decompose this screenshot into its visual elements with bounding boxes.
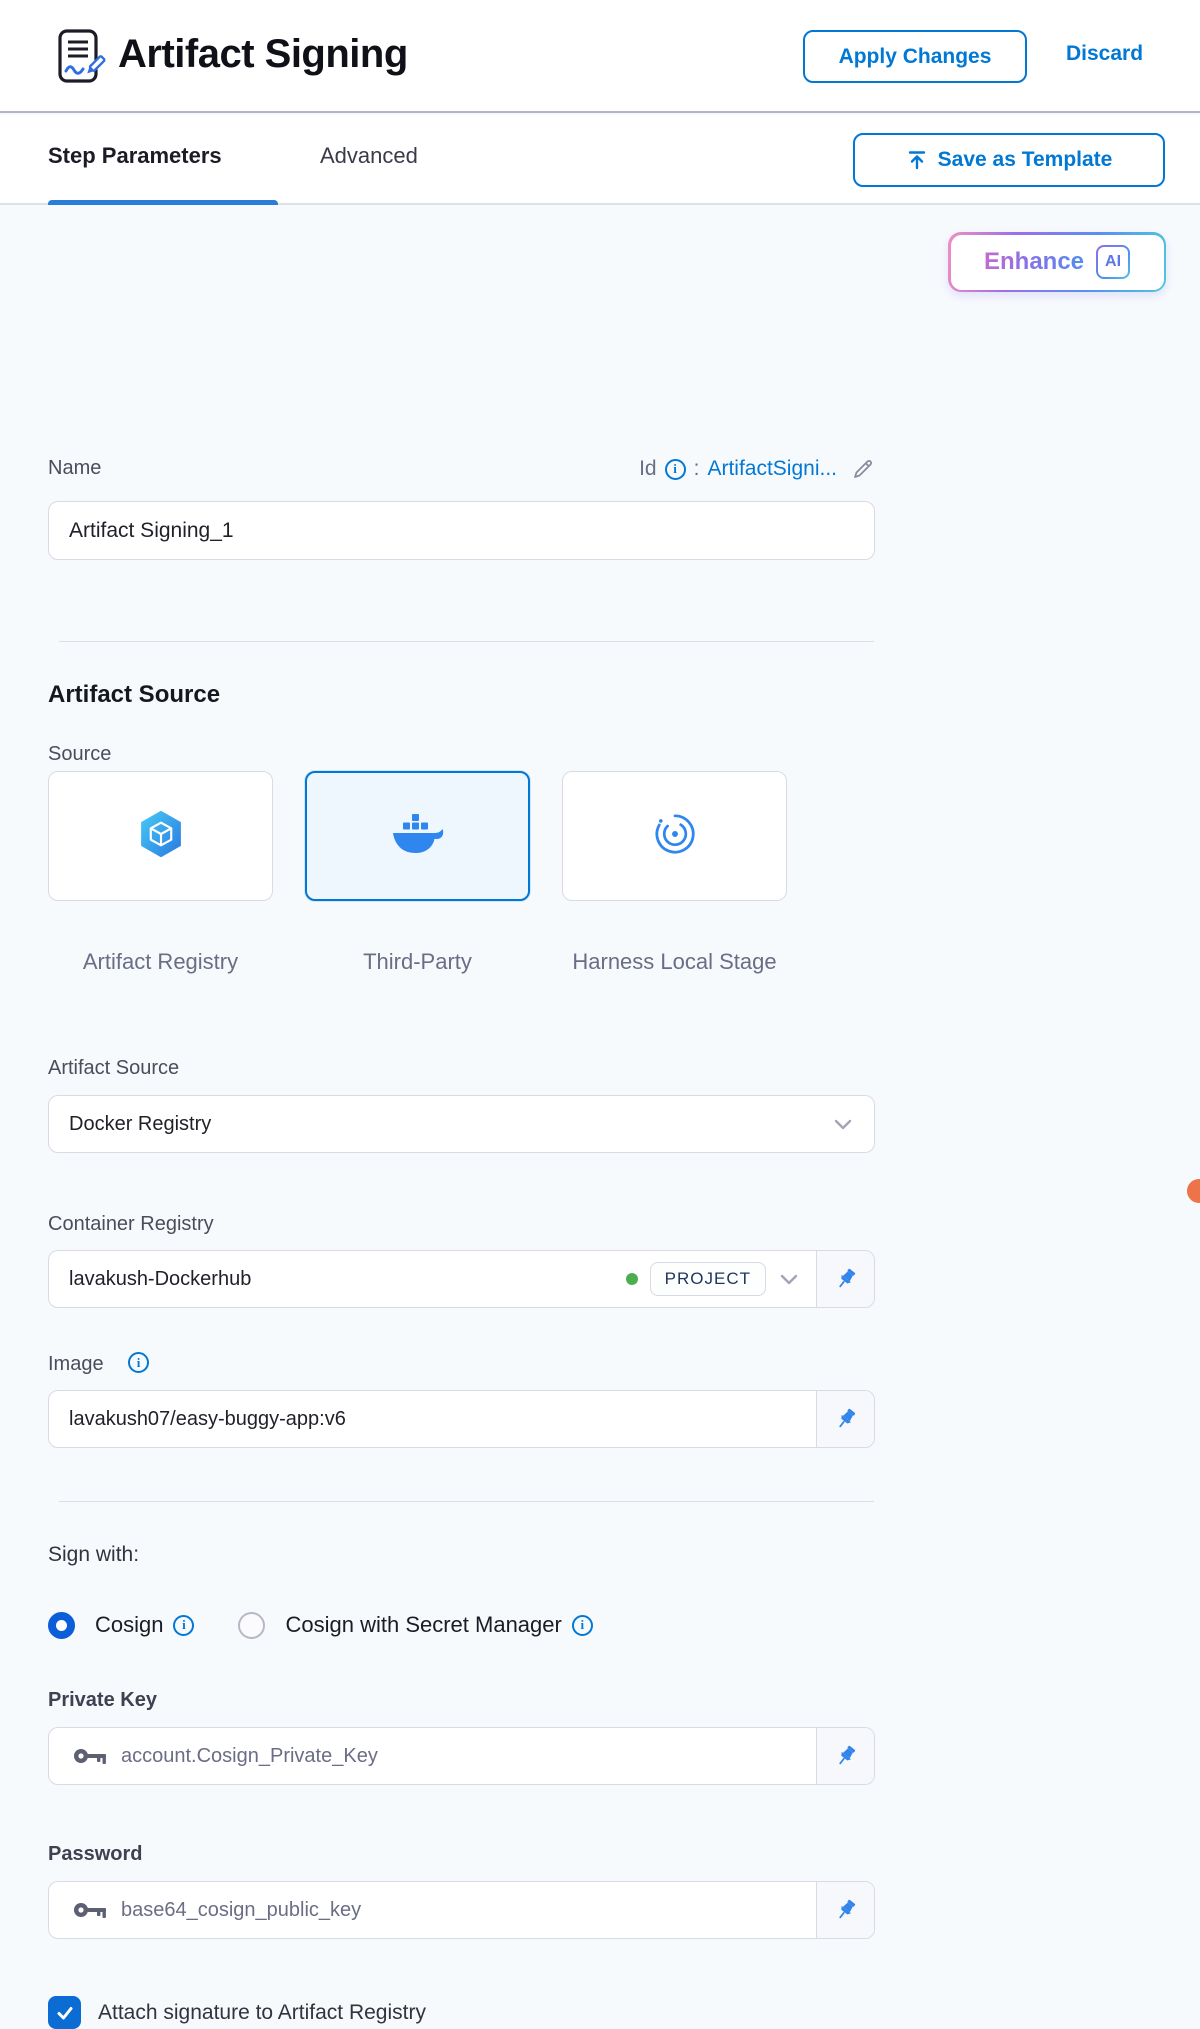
attach-signature-checkbox[interactable] [48,1996,81,2029]
scroll-marker-dot [1187,1179,1200,1203]
step-header: Artifact Signing Apply Changes Discard [0,0,1200,113]
image-field[interactable]: lavakush07/easy-buggy-app:v6 [48,1390,875,1448]
upload-icon [906,149,928,171]
key-icon [73,1901,107,1919]
container-registry-field[interactable]: lavakush-Dockerhub PROJECT [48,1250,875,1308]
save-as-template-label: Save as Template [938,148,1113,172]
radio-cosign[interactable] [48,1612,75,1639]
save-as-template-button[interactable]: Save as Template [853,133,1165,187]
discard-button[interactable]: Discard [1066,42,1143,66]
page-title: Artifact Signing [118,32,408,77]
chevron-down-icon[interactable] [780,1268,798,1291]
artifact-source-select-value: Docker Registry [49,1113,211,1136]
image-info-icon[interactable]: i [128,1352,149,1373]
sign-with-label: Sign with: [48,1543,139,1567]
runtime-input-pin-button[interactable] [816,1882,874,1938]
key-icon [73,1747,107,1765]
radio-cosign-label: Cosign [95,1612,163,1638]
step-id-value[interactable]: ArtifactSigni... [707,457,837,481]
step-id-row: Id i : ArtifactSigni... [48,457,875,481]
tab-bar: Step Parameters Advanced Save as Templat… [0,115,1200,205]
card-label-third-party: Third-Party [305,947,530,977]
enhance-label: Enhance [984,248,1084,276]
password-label: Password [48,1843,142,1866]
cosign-info-icon[interactable]: i [173,1615,194,1636]
scope-badge: PROJECT [650,1262,766,1296]
source-card-third-party[interactable] [305,771,530,901]
container-registry-value: lavakush-Dockerhub [49,1268,251,1291]
id-separator: : [694,457,700,481]
ai-badge: AI [1096,245,1130,279]
artifact-source-select-label: Artifact Source [48,1057,179,1080]
tab-step-parameters[interactable]: Step Parameters [48,143,222,169]
sign-with-radio-group: Cosign i Cosign with Secret Manager i [48,1603,593,1647]
radio-cosign-secret-manager-label: Cosign with Secret Manager [285,1612,561,1638]
chevron-down-icon [834,1113,852,1136]
harness-local-stage-icon [650,809,700,864]
artifact-source-select[interactable]: Docker Registry [48,1095,875,1153]
cosign-secret-manager-info-icon[interactable]: i [572,1615,593,1636]
source-card-artifact-registry[interactable] [48,771,273,901]
container-registry-label: Container Registry [48,1213,214,1236]
attach-signature-label: Attach signature to Artifact Registry [98,2001,426,2025]
id-label: Id [639,457,657,481]
image-value: lavakush07/easy-buggy-app:v6 [49,1408,346,1431]
enhance-ai-button[interactable]: Enhance AI [948,232,1166,292]
runtime-input-pin-button[interactable] [816,1728,874,1784]
section-divider [59,641,874,642]
step-parameters-panel: Enhance AI Name Id i : ArtifactSigni... … [0,205,1200,1890]
connector-status-dot [626,1273,638,1285]
artifact-signing-step-icon [56,28,108,91]
source-card-harness-local-stage[interactable] [562,771,787,901]
section-divider [59,1501,874,1502]
artifact-registry-icon [136,809,186,864]
name-input[interactable] [48,501,875,560]
card-label-harness-local-stage: Harness Local Stage [562,947,787,977]
private-key-label: Private Key [48,1689,157,1712]
private-key-field[interactable]: account.Cosign_Private_Key [48,1727,875,1785]
password-value: base64_cosign_public_key [107,1899,361,1922]
radio-cosign-secret-manager[interactable] [238,1612,265,1639]
runtime-input-pin-button[interactable] [816,1251,874,1307]
private-key-value: account.Cosign_Private_Key [107,1745,378,1768]
tab-advanced[interactable]: Advanced [320,143,418,169]
id-info-icon[interactable]: i [665,459,686,480]
runtime-input-pin-button[interactable] [816,1391,874,1447]
card-label-artifact-registry: Artifact Registry [48,947,273,977]
apply-changes-button[interactable]: Apply Changes [803,30,1027,83]
docker-whale-icon [391,812,445,861]
edit-id-icon[interactable] [851,457,875,481]
source-label: Source [48,743,111,766]
artifact-source-heading: Artifact Source [48,681,220,709]
image-label: Image [48,1353,104,1376]
